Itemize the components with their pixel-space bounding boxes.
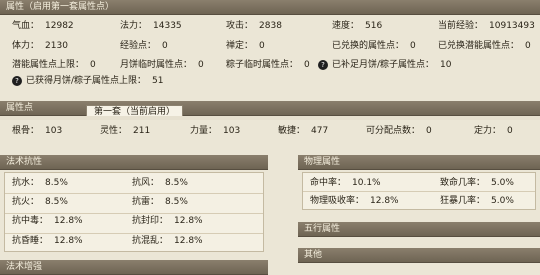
stat-zongzi-temp: 粽子临时属性点： 0 <box>226 60 310 70</box>
physical-berserk-rate: 狂暴几率： 5.0% <box>440 196 514 206</box>
magic-resist-header: 法术抗性 <box>0 155 268 170</box>
point-agility: 敏捷： 477 <box>278 126 329 136</box>
point-focus: 定力： 0 <box>474 126 513 136</box>
stat-exchanged-potential: 已兑换潜能属性点： 0 <box>438 41 531 51</box>
physical-header: 物理属性 <box>298 155 540 170</box>
points-tabs-row <box>0 116 540 120</box>
stat-speed: 速度： 516 <box>332 21 383 31</box>
stat-current-exp: 当前经验： 10913493 <box>438 21 535 31</box>
stat-stamina: 体力： 2130 <box>12 41 68 51</box>
physical-crit-rate: 致命几率： 5.0% <box>440 178 514 188</box>
attributes-header: 属性（启用第一套属性点） <box>0 0 540 15</box>
five-elements-header: 五行属性 <box>298 222 540 237</box>
resist-poison: 抗中毒： 12.8% <box>12 216 83 226</box>
resist-wind: 抗风： 8.5% <box>132 178 188 188</box>
help-icon[interactable]: ? <box>318 60 328 70</box>
other-header: 其他 <box>298 248 540 263</box>
stat-filled-points: 已补足月饼/粽子属性点： 10 <box>332 60 452 70</box>
point-allocatable: 可分配点数： 0 <box>366 126 432 136</box>
stat-hp: 气血： 12982 <box>12 21 74 31</box>
stat-potential-limit: 潜能属性点上限： 0 <box>12 60 96 70</box>
point-constitution: 根骨： 103 <box>12 126 63 136</box>
point-spirit: 灵性： 211 <box>100 126 151 136</box>
points-header: 属性点 <box>0 101 540 116</box>
physical-absorb-rate: 物理吸收率： 12.8% <box>310 196 399 206</box>
help-icon[interactable]: ? <box>12 76 22 86</box>
point-strength: 力量： 103 <box>190 126 241 136</box>
resist-water: 抗水： 8.5% <box>12 178 68 188</box>
resist-fire: 抗火： 8.5% <box>12 197 68 207</box>
resist-sleep: 抗昏睡： 12.8% <box>12 236 83 246</box>
stat-exchanged-points: 已兑换的属性点： 0 <box>332 41 416 51</box>
resist-thunder: 抗雷： 8.5% <box>132 197 188 207</box>
magic-boost-header: 法术增强 <box>0 260 268 275</box>
physical-hit-rate: 命中率： 10.1% <box>310 178 381 188</box>
stat-exp-points: 经验点： 0 <box>120 41 168 51</box>
stat-meditation: 禅定： 0 <box>226 41 265 51</box>
resist-chaos: 抗混乱： 12.8% <box>132 236 203 246</box>
stat-attack: 攻击： 2838 <box>226 21 282 31</box>
stat-limit-obtained: 已获得月饼/粽子属性点上限： 51 <box>26 76 164 86</box>
resist-seal: 抗封印： 12.8% <box>132 216 203 226</box>
stat-mooncake-temp: 月饼临时属性点： 0 <box>120 60 204 70</box>
stat-mana: 法力： 14335 <box>120 21 182 31</box>
